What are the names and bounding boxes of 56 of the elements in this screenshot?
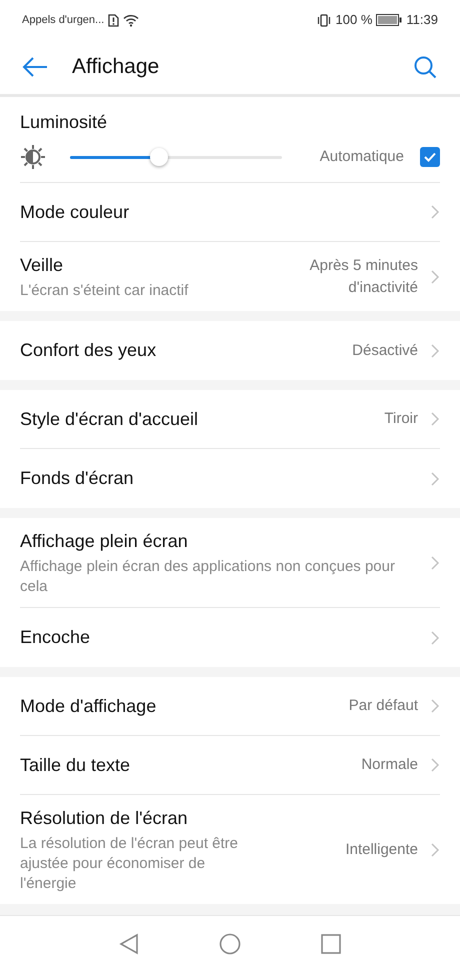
check-icon xyxy=(424,152,436,162)
recents-nav-button[interactable] xyxy=(321,934,341,954)
wifi-icon xyxy=(123,14,140,26)
row-title: Affichage plein écran xyxy=(20,530,189,553)
settings-row[interactable]: Mode couleur xyxy=(20,183,440,242)
chevron-icon xyxy=(430,268,440,284)
chevron-icon xyxy=(430,470,440,486)
settings-row[interactable]: Affichage plein écran Affichage plein écran des applications non conçues pour cela xyxy=(20,518,440,608)
row-title: Résolution de l'écran xyxy=(20,807,189,830)
battery-icon xyxy=(376,14,402,26)
clock: 11:39 xyxy=(406,11,438,30)
settings-row[interactable]: Fonds d'écran xyxy=(20,449,440,508)
chevron-icon xyxy=(430,757,440,773)
row-title: Luminosité xyxy=(20,111,108,134)
row-value: Par défaut xyxy=(348,696,418,716)
brightness-icon xyxy=(20,144,46,170)
carrier-text: Appels d'urgen... xyxy=(22,12,104,28)
search-button[interactable] xyxy=(412,54,438,80)
sim-alert-icon xyxy=(108,14,120,26)
brightness-slider[interactable] xyxy=(70,147,282,167)
row-description: L'écran s'éteint car inactif xyxy=(20,281,190,301)
row-title: Taille du texte xyxy=(20,754,132,776)
row-value: Tiroir xyxy=(384,409,418,429)
chevron-icon xyxy=(430,204,440,220)
row-value: Normale xyxy=(361,755,418,775)
battery-percent: 100 % xyxy=(336,11,372,30)
settings-row[interactable]: Encoche xyxy=(20,608,440,667)
settings-row[interactable]: Mode d'affichage Par défaut xyxy=(20,677,440,736)
settings-row[interactable]: Taille du texte Normale xyxy=(20,736,440,795)
row-title: Mode d'affichage xyxy=(20,694,158,718)
row-value: Désactivé xyxy=(352,340,418,360)
row-title: Style d'écran d'accueil xyxy=(20,408,199,431)
chevron-icon xyxy=(430,554,440,570)
row-value: Intelligente xyxy=(345,840,418,860)
row-title: Veille xyxy=(20,254,64,277)
settings-row[interactable]: Résolution de l'écran La résolution de l'écran peut être ajustée pour économiser de l'énergie Intelligente xyxy=(20,795,440,904)
vibrate-icon xyxy=(316,14,332,26)
chevron-icon xyxy=(430,342,440,358)
auto-label: Automatique xyxy=(320,146,404,167)
row-description: La résolution de l'écran peut être ajustée pour économiser de l'énergie xyxy=(20,834,240,894)
row-title: Confort des yeux xyxy=(20,339,158,362)
auto-checkbox[interactable] xyxy=(420,147,440,167)
settings-row[interactable]: Veille L'écran s'éteint car inactif Après 5 minutes d'inactivité xyxy=(20,242,440,311)
home-nav-button[interactable] xyxy=(219,932,241,954)
chevron-icon xyxy=(430,630,440,646)
back-nav-button[interactable] xyxy=(119,932,139,954)
settings-row[interactable]: Style d'écran d'accueil Tiroir xyxy=(20,390,440,449)
row-description: Affichage plein écran des applications non conçues pour cela xyxy=(20,557,395,597)
row-title: Mode couleur xyxy=(20,200,130,224)
page-title: Affichage xyxy=(72,54,160,80)
row-title: Encoche xyxy=(20,626,92,649)
chevron-icon xyxy=(430,842,440,858)
row-value: Après 5 minutes d'inactivité xyxy=(308,256,418,298)
chevron-icon xyxy=(430,411,440,427)
chevron-icon xyxy=(430,698,440,714)
row-title: Fonds d'écran xyxy=(20,467,135,490)
